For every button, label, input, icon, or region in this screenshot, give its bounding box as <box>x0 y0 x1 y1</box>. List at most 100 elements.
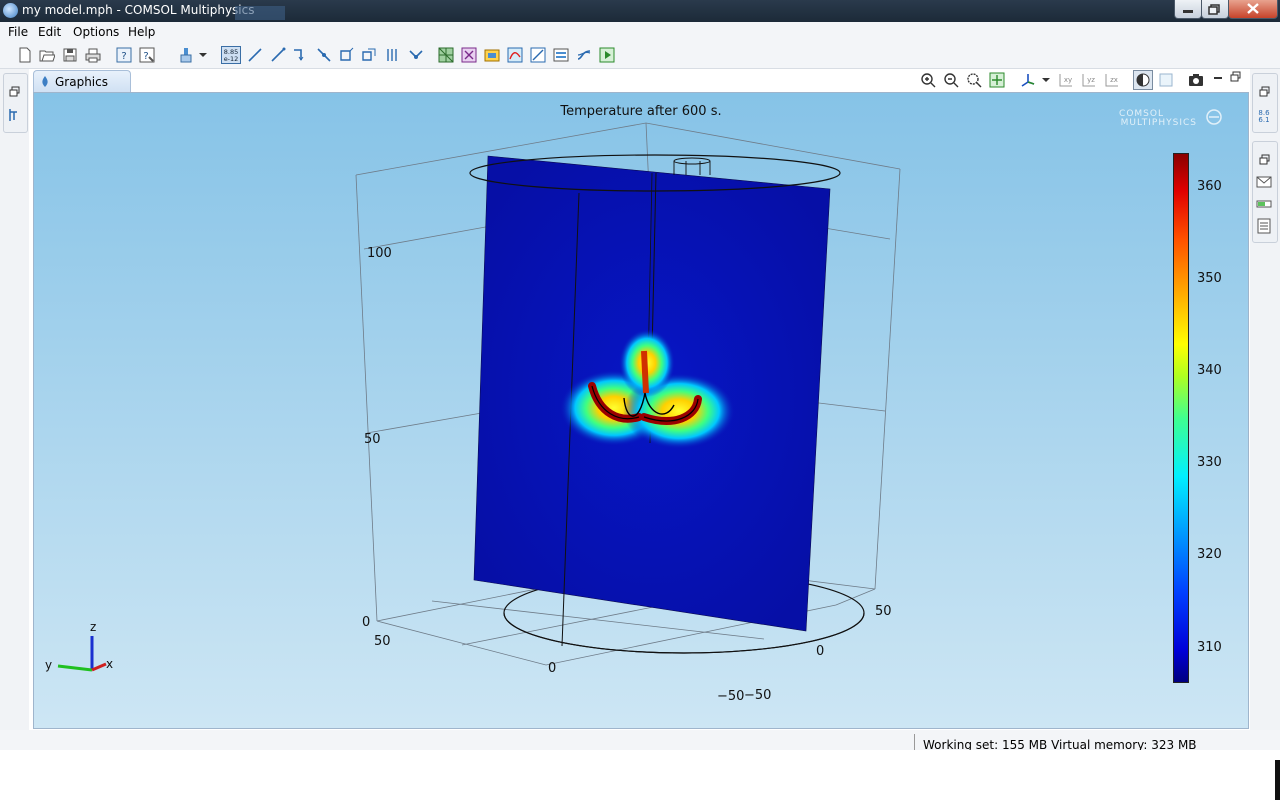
rectangle-icon[interactable] <box>361 47 377 63</box>
left-dock-panel <box>3 73 28 133</box>
circle-icon[interactable] <box>384 47 400 63</box>
left-dock-strip <box>0 69 29 749</box>
tab-graphics-label: Graphics <box>55 75 108 89</box>
report-icon[interactable] <box>553 47 569 63</box>
minimize-view-icon[interactable] <box>1212 72 1224 84</box>
plot-icon[interactable] <box>507 47 523 63</box>
maximize-button[interactable] <box>1201 0 1229 19</box>
mesh-icon[interactable] <box>438 47 454 63</box>
progress-bar-icon[interactable] <box>1256 196 1272 212</box>
help-icon[interactable]: ? <box>116 47 132 63</box>
x-tick-50: 50 <box>875 604 892 619</box>
graphics-icon <box>42 76 48 87</box>
transparency-icon[interactable] <box>1158 72 1174 88</box>
yz-view-icon[interactable]: yz <box>1081 72 1097 88</box>
svg-text:zx: zx <box>1110 76 1118 84</box>
print-icon[interactable] <box>85 47 101 63</box>
desktop-area <box>0 750 1280 800</box>
interpolation-icon[interactable] <box>291 47 307 63</box>
y-tick-0: 0 <box>548 661 556 676</box>
study-icon[interactable] <box>461 47 477 63</box>
x-tick-0: 0 <box>816 644 824 659</box>
axis-triad: z y x <box>45 620 113 672</box>
z-tick-0: 0 <box>362 615 370 630</box>
right-dock-panel-top <box>1252 73 1278 133</box>
xy-view-icon[interactable]: xy <box>1058 72 1074 88</box>
clear-icon[interactable] <box>178 47 194 63</box>
menu-options[interactable]: Options <box>73 25 119 39</box>
triad-x-label: x <box>106 657 113 671</box>
graphics-viewport[interactable]: Temperature after 600 s. COMSOL MULTIPHY… <box>33 92 1249 729</box>
line-icon[interactable] <box>247 47 263 63</box>
plot-canvas: COMSOL MULTIPHYSICS 100 50 0 50 0 −50 50… <box>45 109 1222 704</box>
triad-y-label: y <box>45 658 52 672</box>
app-icon <box>3 3 18 18</box>
restore-icon[interactable] <box>9 86 21 98</box>
y-tick-50: 50 <box>374 634 391 649</box>
model-builder-icon[interactable] <box>7 107 23 123</box>
close-button[interactable] <box>1228 0 1278 19</box>
minimize-button[interactable] <box>1174 0 1202 19</box>
arc-icon[interactable] <box>270 47 286 63</box>
export-icon[interactable] <box>530 47 546 63</box>
run-icon[interactable] <box>599 47 615 63</box>
svg-text:e-12: e-12 <box>224 55 239 63</box>
chevron-down-icon[interactable] <box>1041 72 1051 88</box>
compute-icon[interactable] <box>576 47 592 63</box>
zx-view-icon[interactable]: zx <box>1104 72 1120 88</box>
z-tick-50: 50 <box>364 432 381 447</box>
zoom-out-icon[interactable] <box>943 72 959 88</box>
x-tick-neg50: −50 <box>744 688 771 703</box>
comsol-logo: COMSOL MULTIPHYSICS <box>1119 109 1222 128</box>
menu-bar: File Edit Options Help <box>0 22 1280 42</box>
polygon-icon[interactable] <box>339 47 355 63</box>
menu-edit[interactable]: Edit <box>38 25 61 39</box>
dynamic-help-icon[interactable]: ? <box>139 47 155 63</box>
z-tick-100: 100 <box>367 246 392 261</box>
menu-file[interactable]: File <box>8 25 28 39</box>
vertex-icon[interactable] <box>316 47 332 63</box>
cylinder-bottom-front <box>503 612 865 654</box>
screenshot-icon[interactable] <box>1188 72 1204 88</box>
window-title: my model.mph - COMSOL Multiphysics <box>22 3 255 17</box>
window-edge <box>1275 760 1280 800</box>
chevron-down-icon[interactable] <box>198 47 208 63</box>
progress-icon[interactable]: 8.66.1 <box>1256 107 1272 123</box>
menu-help[interactable]: Help <box>128 25 155 39</box>
geometry-icon[interactable] <box>408 47 424 63</box>
tab-graphics[interactable]: Graphics <box>33 70 131 93</box>
go-to-view-icon[interactable] <box>1020 72 1036 88</box>
restore-icon[interactable] <box>1259 154 1271 166</box>
svg-text:6.1: 6.1 <box>1258 116 1269 123</box>
zoom-box-icon[interactable] <box>966 72 982 88</box>
colorbar-label-340: 340 <box>1197 363 1222 378</box>
save-icon[interactable] <box>62 47 78 63</box>
svg-text:?: ? <box>121 51 126 62</box>
window-title-bar: my model.mph - COMSOL Multiphysics <box>0 0 1280 22</box>
status-divider <box>914 734 915 750</box>
zoom-extents-icon[interactable] <box>989 72 1005 88</box>
right-dock-strip: 8.6 6.1 <box>1250 69 1280 749</box>
messages-icon[interactable] <box>1256 174 1272 190</box>
maximize-view-icon[interactable] <box>1230 71 1242 83</box>
log-icon[interactable] <box>1256 218 1272 234</box>
temperature-slice <box>473 155 831 647</box>
title-bar-glare <box>235 6 285 20</box>
new-icon[interactable] <box>17 47 33 63</box>
open-icon[interactable] <box>39 47 55 63</box>
colorbar-label-310: 310 <box>1197 640 1222 655</box>
colorbar-label-330: 330 <box>1197 455 1222 470</box>
parameters-icon[interactable]: 8.85e-12 <box>221 46 241 64</box>
triad-z-label: z <box>90 620 96 634</box>
svg-text:yz: yz <box>1087 76 1095 84</box>
colorbar-label-360: 360 <box>1197 179 1222 194</box>
results-icon[interactable] <box>484 47 500 63</box>
scene-light-icon[interactable] <box>1133 70 1153 90</box>
colorbar-label-320: 320 <box>1197 547 1222 562</box>
svg-text:MULTIPHYSICS: MULTIPHYSICS <box>1121 118 1197 128</box>
restore-icon[interactable] <box>1259 86 1271 98</box>
zoom-in-icon[interactable] <box>920 72 936 88</box>
svg-text:xy: xy <box>1064 76 1072 84</box>
shaft-outline <box>673 157 711 175</box>
svg-text:?: ? <box>143 51 148 62</box>
